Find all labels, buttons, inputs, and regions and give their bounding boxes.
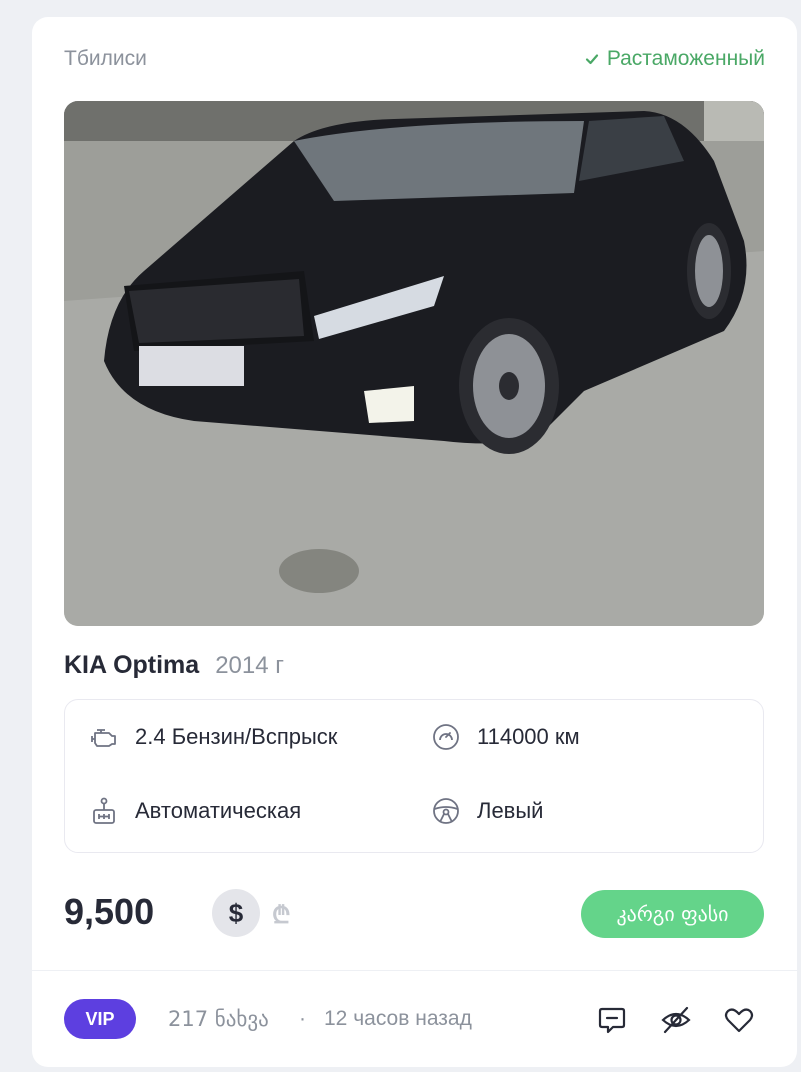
vip-badge: VIP [64,999,136,1039]
currency-usd-toggle[interactable]: $ [212,889,260,937]
steering-wheel-icon [433,798,459,824]
comment-button[interactable] [595,1003,629,1037]
footer-divider [32,970,797,971]
gearbox-icon [93,797,115,824]
car-year: 2014 г [215,652,285,679]
meta-separator: · [299,1007,306,1030]
good-price-badge: კარგი ფასი [581,890,764,938]
location-label: Тбилиси [64,47,147,70]
price-row: 9,500 $ ₾ კარგი ფასი [64,889,764,938]
engine-icon [91,729,116,747]
favorite-button[interactable] [722,1003,756,1037]
customs-status: Растаможенный [585,47,765,71]
customs-status-label: Растаможенный [606,47,765,70]
check-icon [585,54,598,65]
card-header: Тбилиси Растаможенный [64,45,765,73]
comment-icon [598,1007,626,1034]
hide-button[interactable] [659,1003,693,1037]
car-title[interactable]: KIA Optima [64,651,199,680]
spec-steering: Левый [431,796,543,826]
spec-transmission-value: Автоматическая [135,798,302,823]
car-photo[interactable] [64,101,764,626]
views-count: 217 ნახვა [168,1007,269,1031]
eye-slash-icon [661,1006,691,1034]
listing-card[interactable]: Тбилиси Растаможенный KIA Optima 2014 г … [32,17,797,1067]
car-image [64,101,764,626]
spec-steering-value: Левый [477,798,544,823]
spec-transmission: Автоматическая [89,796,301,826]
spec-engine: 2.4 Бензин/Вспрыск [89,722,337,752]
currency-gel-toggle[interactable]: ₾ [272,898,291,931]
specs-box: 2.4 Бензин/Вспрыск 114000 км Автоматичес… [64,699,764,853]
spec-engine-value: 2.4 Бензин/Вспрыск [135,724,338,749]
speedometer-icon [433,724,459,750]
listing-title-row: KIA Optima 2014 г [64,651,284,683]
spec-mileage: 114000 км [431,722,580,752]
spec-mileage-value: 114000 км [477,724,580,749]
heart-icon [724,1008,754,1033]
card-footer: VIP 217 ნახვა · 12 часов назад [64,999,764,1041]
posted-time: 12 часов назад [324,1007,472,1030]
price-value: 9,500 [64,891,155,932]
